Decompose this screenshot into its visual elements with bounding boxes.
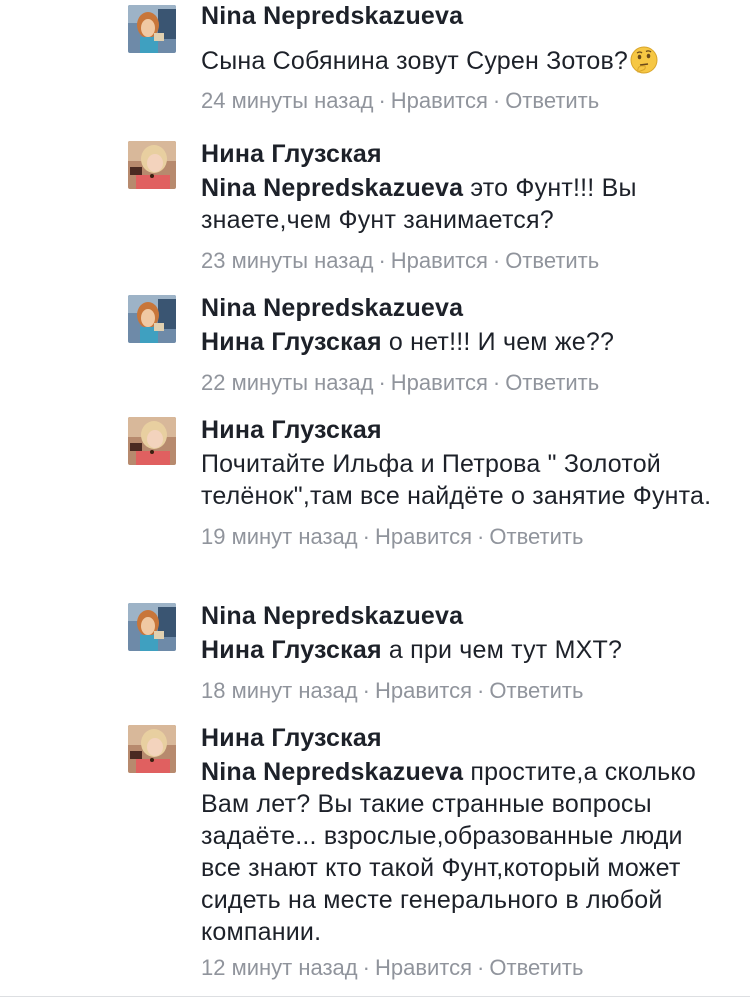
comment-body: Сына Собянина зовут Сурен Зотов? xyxy=(201,47,629,75)
comment-body: а при чем тут МХТ? xyxy=(381,636,623,664)
reply-button[interactable]: Ответить xyxy=(505,248,599,273)
avatar-nina-image xyxy=(128,5,176,53)
comment-text: Nina Nepredskazueva это Фунт!!! Вы знает… xyxy=(201,172,721,236)
meta-separator: · xyxy=(378,248,386,273)
comment-author[interactable]: Нина Глузская xyxy=(201,722,721,754)
comment-body: простите,а сколько Вам лет? Вы такие стр… xyxy=(201,758,696,946)
comment-body: о нет!!! И чем же?? xyxy=(381,328,615,356)
comment-text: Нина Глузская о нет!!! И чем же?? xyxy=(201,326,721,358)
comment-author[interactable]: Нина Глузская xyxy=(201,138,721,170)
divider xyxy=(0,996,750,997)
comment-text: Nina Nepredskazueva простите,а сколько В… xyxy=(201,756,721,948)
comment-meta: 19 минут назад · Нравится · Ответить xyxy=(201,523,721,551)
comment-timestamp[interactable]: 19 минут назад xyxy=(201,524,358,549)
comment-body: Почитайте Ильфа и Петрова " Золотой телё… xyxy=(201,450,712,510)
reply-button[interactable]: Ответить xyxy=(489,678,583,703)
meta-separator: · xyxy=(492,370,501,395)
thinking-face-icon xyxy=(629,45,659,75)
meta-separator: · xyxy=(362,678,370,703)
reply-button[interactable]: Ответить xyxy=(489,955,583,980)
avatar-nina-image xyxy=(128,603,176,651)
mention-link[interactable]: Nina Nepredskazueva xyxy=(201,174,463,202)
reply-button[interactable]: Ответить xyxy=(505,370,599,395)
meta-separator: · xyxy=(362,524,370,549)
meta-separator: · xyxy=(477,678,485,703)
like-button[interactable]: Нравится xyxy=(391,370,488,395)
meta-separator: · xyxy=(477,524,485,549)
avatar[interactable] xyxy=(128,141,176,189)
avatar[interactable] xyxy=(128,725,176,773)
like-button[interactable]: Нравится xyxy=(391,248,488,273)
like-button[interactable]: Нравится xyxy=(375,955,472,980)
meta-separator: · xyxy=(492,248,501,273)
comment-timestamp[interactable]: 22 минуты назад xyxy=(201,370,373,395)
avatar[interactable] xyxy=(128,417,176,465)
mention-link[interactable]: Нина Глузская xyxy=(201,328,382,356)
avatar-glusskaya-image xyxy=(128,417,176,465)
comment-timestamp[interactable]: 24 минуты назад xyxy=(201,88,373,113)
comment-timestamp[interactable]: 18 минут назад xyxy=(201,678,358,703)
comment-meta: 24 минуты назад · Нравится · Ответить xyxy=(201,87,721,115)
comment-timestamp[interactable]: 12 минут назад xyxy=(201,955,358,980)
meta-separator: · xyxy=(378,370,386,395)
comment-text: Почитайте Ильфа и Петрова " Золотой телё… xyxy=(201,448,721,512)
comment-meta: 22 минуты назад · Нравится · Ответить xyxy=(201,369,721,397)
comment-text: Сына Собянина зовут Сурен Зотов? xyxy=(201,45,721,77)
like-button[interactable]: Нравится xyxy=(375,524,472,549)
avatar-glusskaya-image xyxy=(128,725,176,773)
meta-separator: · xyxy=(492,88,501,113)
comment-text: Нина Глузская а при чем тут МХТ? xyxy=(201,634,721,666)
comment-timestamp[interactable]: 23 минуты назад xyxy=(201,248,373,273)
avatar[interactable] xyxy=(128,295,176,343)
mention-link[interactable]: Nina Nepredskazueva xyxy=(201,758,463,786)
comment-meta: 18 минут назад · Нравится · Ответить xyxy=(201,677,721,705)
reply-button[interactable]: Ответить xyxy=(505,88,599,113)
like-button[interactable]: Нравится xyxy=(375,678,472,703)
comment-author[interactable]: Nina Nepredskazueva xyxy=(201,292,721,324)
reply-button[interactable]: Ответить xyxy=(489,524,583,549)
meta-separator: · xyxy=(378,88,386,113)
avatar[interactable] xyxy=(128,603,176,651)
comment-author[interactable]: Nina Nepredskazueva xyxy=(201,600,721,632)
meta-separator: · xyxy=(477,955,485,980)
avatar-glusskaya-image xyxy=(128,141,176,189)
avatar-nina-image xyxy=(128,295,176,343)
comment-author[interactable]: Нина Глузская xyxy=(201,414,721,446)
comment-meta: 12 минут назад · Нравится · Ответить xyxy=(201,954,721,982)
mention-link[interactable]: Нина Глузская xyxy=(201,636,382,664)
like-button[interactable]: Нравится xyxy=(391,88,488,113)
meta-separator: · xyxy=(362,955,370,980)
comment-author[interactable]: Nina Nepredskazueva xyxy=(201,0,721,32)
comment-meta: 23 минуты назад · Нравится · Ответить xyxy=(201,247,721,275)
avatar[interactable] xyxy=(128,5,176,53)
